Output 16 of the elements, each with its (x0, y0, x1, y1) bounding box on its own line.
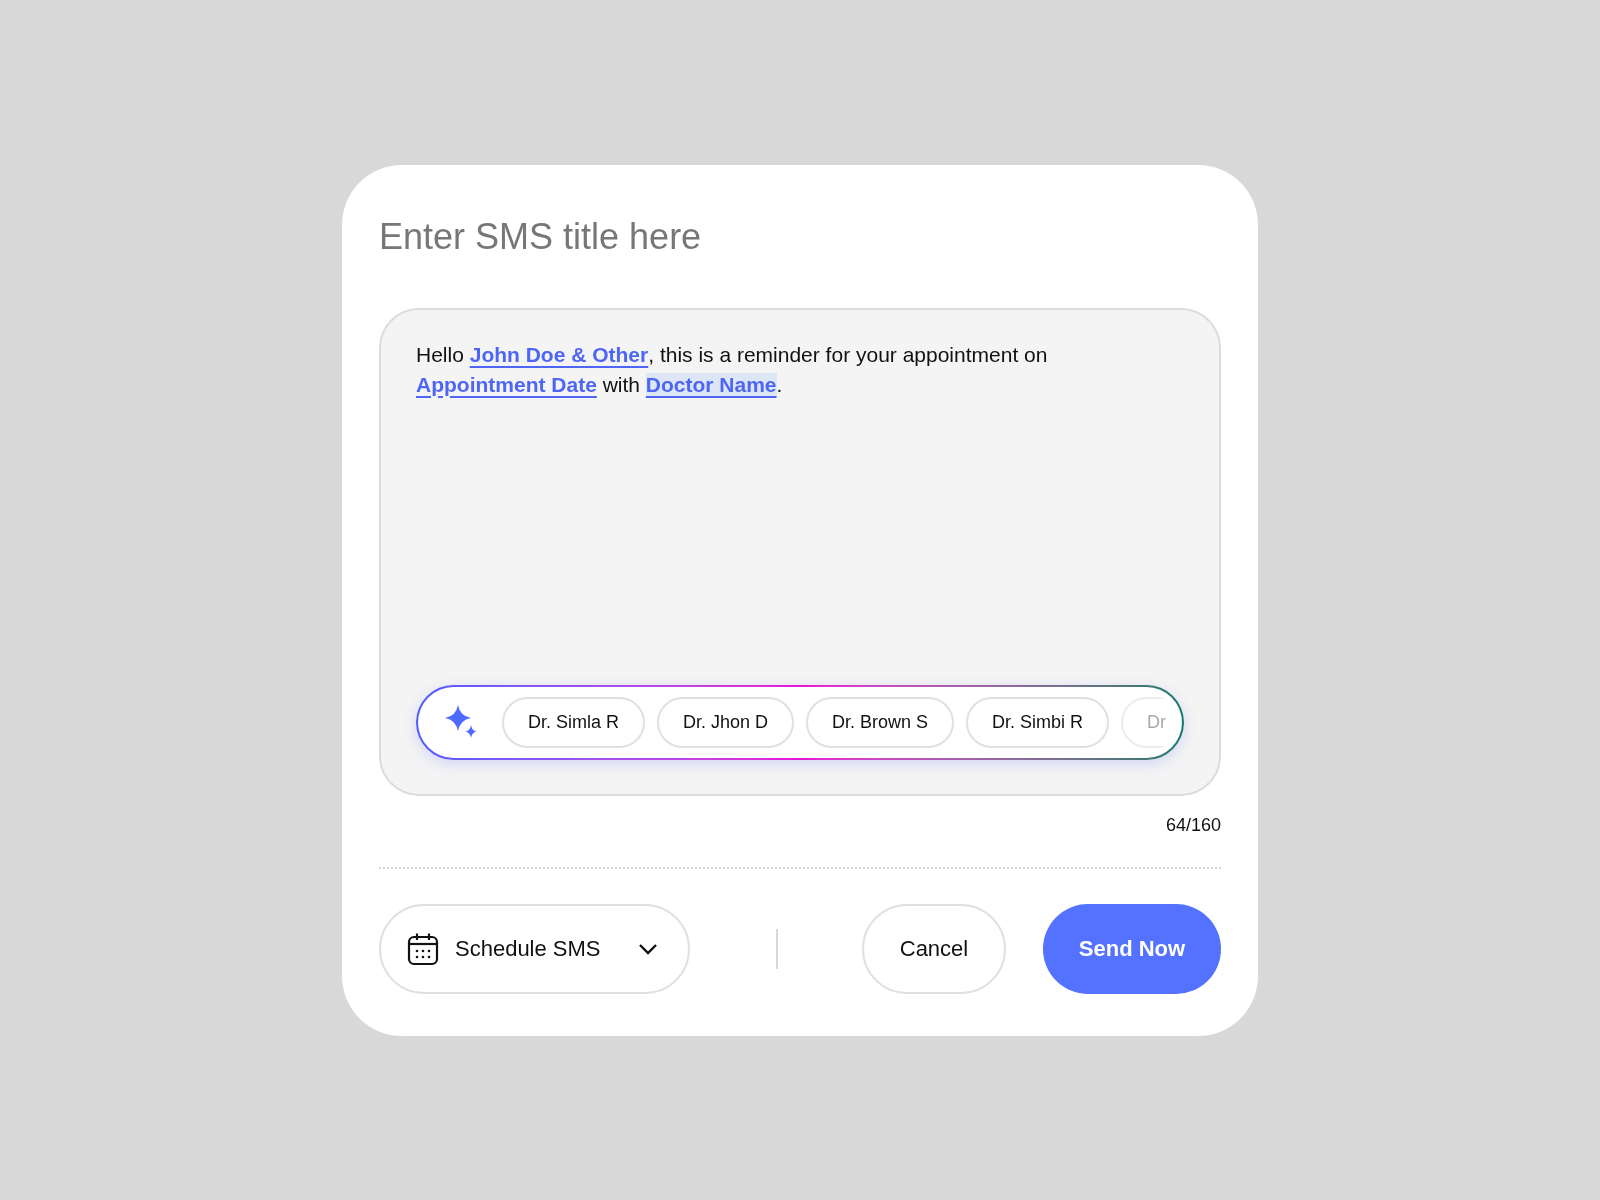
calendar-icon (407, 931, 439, 966)
title-field[interactable]: Enter SMS title here (379, 208, 1221, 265)
send-button[interactable]: Send Now (1043, 903, 1221, 994)
placeholder-tag-link[interactable]: Appointment Date (416, 372, 597, 396)
doctor-chip[interactable]: Dr. Simbi R (966, 696, 1110, 748)
placeholder-tag-link[interactable]: John Doe & Other (469, 342, 649, 366)
character-counter: 64/160 (1165, 813, 1221, 837)
placeholder-tag-link[interactable]: Doctor Name (645, 372, 777, 396)
doctor-chip[interactable]: Dr. Jhon D (657, 696, 795, 748)
message-field[interactable]: Hello John Doe & Other, this is a reminder for your appointment on Appointment Date with Doctor Name. Dr. Simla R Dr. Jhon D Dr. Brown S Dr. Simbi R Dr (379, 307, 1221, 796)
doctor-chip[interactable]: Dr. Simla R (502, 696, 645, 748)
cancel-button[interactable]: Cancel (862, 903, 1006, 994)
message-text: Hello John Doe & Other, this is a reminder for your appointment on Appointment Date with Doctor Name. (416, 341, 1049, 398)
doctor-chip[interactable]: Dr. Brown S (806, 696, 955, 748)
schedule-dropdown[interactable]: Schedule SMS (379, 903, 690, 994)
chevron-down-icon (638, 942, 658, 955)
